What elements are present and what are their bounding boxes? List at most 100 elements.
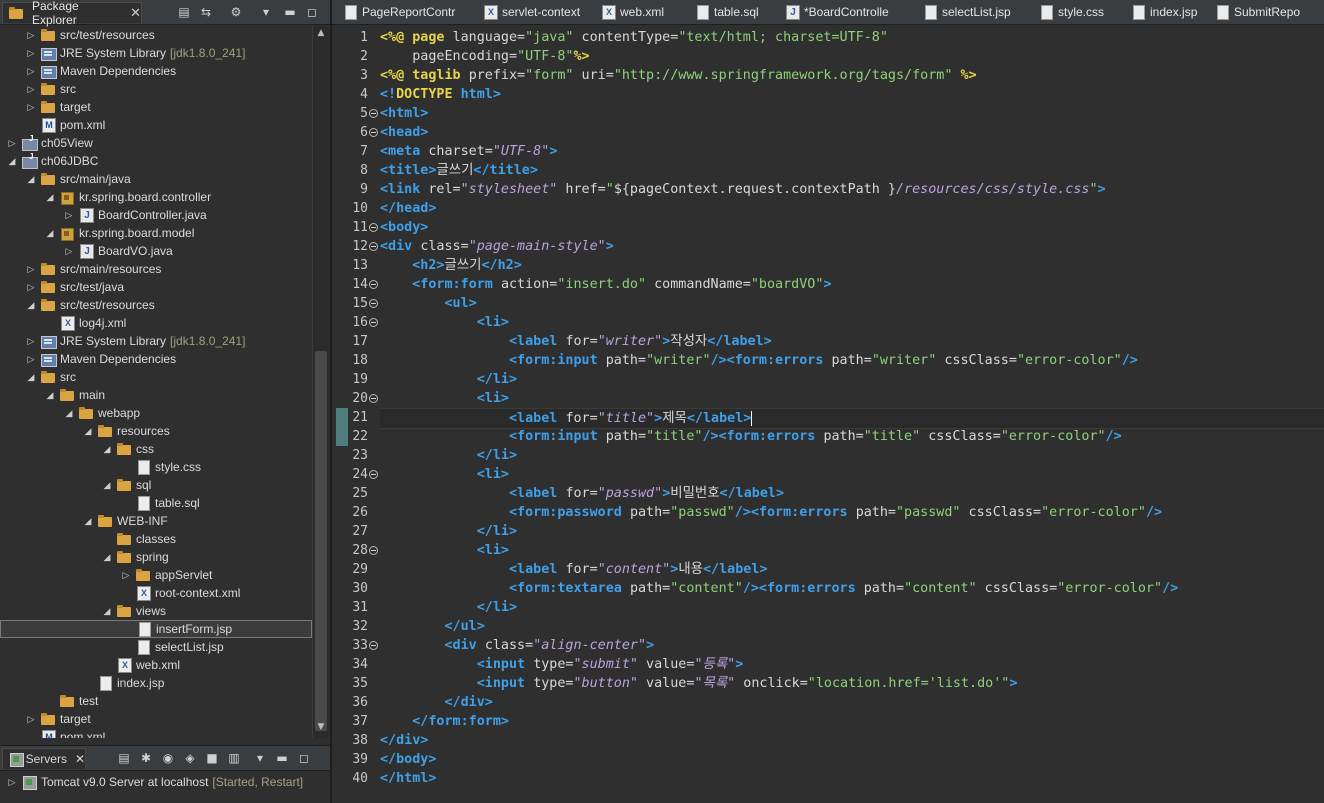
code-line[interactable]: pageEncoding="UTF-8"%>: [380, 47, 1324, 66]
expand-arrow-icon[interactable]: ▷: [25, 714, 37, 725]
code-line[interactable]: <label for="content">내용</label>: [380, 560, 1324, 579]
tree-item[interactable]: ▷ BoardVO.java: [0, 242, 312, 260]
expand-arrow-icon[interactable]: ◢: [25, 372, 37, 383]
expand-arrow-icon[interactable]: ▷: [25, 354, 37, 365]
expand-arrow-icon[interactable]: ▷: [63, 210, 75, 221]
tree-item[interactable]: selectList.jsp: [0, 638, 312, 656]
editor-tab[interactable]: selectList.jsp: [912, 0, 1028, 24]
tree-scrollbar[interactable]: ▲ ▼: [312, 26, 329, 738]
expand-arrow-icon[interactable]: ▷: [25, 264, 37, 275]
code-line[interactable]: <title>글쓰기</title>: [380, 161, 1324, 180]
code-line[interactable]: <meta charset="UTF-8">: [380, 142, 1324, 161]
tree-item[interactable]: ▷ JRE System Library [jdk1.8.0_241]: [0, 332, 312, 350]
tree-item[interactable]: ▷ src: [0, 80, 312, 98]
code-line[interactable]: </div>: [380, 731, 1324, 750]
fold-toggle-icon[interactable]: [369, 299, 378, 308]
expand-arrow-icon[interactable]: ◢: [101, 552, 113, 563]
tree-item[interactable]: ◢ kr.spring.board.model: [0, 224, 312, 242]
code-line[interactable]: </form:form>: [380, 712, 1324, 731]
filter-icon[interactable]: ⚙: [228, 4, 244, 20]
code-line[interactable]: <label for="writer">작성자</label>: [380, 332, 1324, 351]
scroll-down-icon[interactable]: ▼: [313, 722, 329, 736]
tree-item[interactable]: ▷ Maven Dependencies: [0, 62, 312, 80]
code-line[interactable]: </ul>: [380, 617, 1324, 636]
code-line[interactable]: <label for="title">제목</label>: [380, 408, 1324, 429]
code-line[interactable]: <h2>글쓰기</h2>: [380, 256, 1324, 275]
code-line[interactable]: <%@ page language="java" contentType="te…: [380, 28, 1324, 47]
fold-toggle-icon[interactable]: [369, 641, 378, 650]
tree-item[interactable]: ◢ css: [0, 440, 312, 458]
tree-item[interactable]: log4j.xml: [0, 314, 312, 332]
expand-arrow-icon[interactable]: ▷: [25, 84, 37, 95]
fold-toggle-icon[interactable]: [369, 280, 378, 289]
code-line[interactable]: <ul>: [380, 294, 1324, 313]
expand-arrow-icon[interactable]: ◢: [63, 408, 75, 419]
code-line[interactable]: <link rel="stylesheet" href="${pageConte…: [380, 180, 1324, 199]
tree-item[interactable]: ◢ src: [0, 368, 312, 386]
code-line[interactable]: <li>: [380, 313, 1324, 332]
code-line[interactable]: <li>: [380, 541, 1324, 560]
code-line[interactable]: <li>: [380, 389, 1324, 408]
expand-arrow-icon[interactable]: ▷: [120, 570, 132, 581]
fold-toggle-icon[interactable]: [369, 318, 378, 327]
tree-item[interactable]: web.xml: [0, 656, 312, 674]
maximize-icon[interactable]: ◻: [304, 4, 320, 20]
editor-tab[interactable]: table.sql: [684, 0, 774, 24]
editor-tab[interactable]: style.css: [1028, 0, 1120, 24]
tree-item[interactable]: ▷ src/main/resources: [0, 260, 312, 278]
expand-arrow-icon[interactable]: ◢: [44, 228, 56, 239]
expand-arrow-icon[interactable]: ▷: [25, 102, 37, 113]
editor-tab[interactable]: SubmitRepo: [1204, 0, 1324, 24]
expand-arrow-icon[interactable]: ▷: [25, 336, 37, 347]
tree-item[interactable]: ▷ ch05View: [0, 134, 312, 152]
tree-item[interactable]: table.sql: [0, 494, 312, 512]
code-line[interactable]: <%@ taglib prefix="form" uri="http://www…: [380, 66, 1324, 85]
minimize-icon[interactable]: ▬: [282, 4, 298, 20]
tree-item[interactable]: ▷ BoardController.java: [0, 206, 312, 224]
expand-arrow-icon[interactable]: ◢: [25, 300, 37, 311]
expand-arrow-icon[interactable]: ◢: [25, 174, 37, 185]
package-tree[interactable]: ▷ src/test/resources ▷ JRE System Library [j…: [0, 26, 312, 738]
tree-item[interactable]: root-context.xml: [0, 584, 312, 602]
fold-toggle-icon[interactable]: [369, 394, 378, 403]
minimize-icon[interactable]: ▬: [274, 750, 290, 766]
tree-item[interactable]: ◢ main: [0, 386, 312, 404]
tree-item[interactable]: ◢ webapp: [0, 404, 312, 422]
servers-tab[interactable]: Servers ✕: [2, 748, 86, 769]
fold-toggle-icon[interactable]: [369, 546, 378, 555]
scroll-thumb[interactable]: [315, 351, 327, 731]
code-line[interactable]: </body>: [380, 750, 1324, 769]
tree-item[interactable]: ◢ src/test/resources: [0, 296, 312, 314]
code-line[interactable]: <form:password path="passwd"/><form:erro…: [380, 503, 1324, 522]
code-line[interactable]: <html>: [380, 104, 1324, 123]
start-icon[interactable]: ◉: [160, 750, 176, 766]
code-line[interactable]: <head>: [380, 123, 1324, 142]
maximize-icon[interactable]: ◻: [296, 750, 312, 766]
tree-item[interactable]: ▷ JRE System Library [jdk1.8.0_241]: [0, 44, 312, 62]
tree-item[interactable]: ◢ kr.spring.board.controller: [0, 188, 312, 206]
tree-item[interactable]: ▷ src/test/resources: [0, 26, 312, 44]
expand-arrow-icon[interactable]: ◢: [101, 606, 113, 617]
code-line[interactable]: </div>: [380, 693, 1324, 712]
tree-item[interactable]: style.css: [0, 458, 312, 476]
tree-item[interactable]: insertForm.jsp: [0, 620, 312, 638]
package-explorer-tab[interactable]: Package Explorer ✕: [2, 0, 142, 27]
tree-item[interactable]: ▷ Maven Dependencies: [0, 350, 312, 368]
close-icon[interactable]: ✕: [75, 752, 85, 766]
stop-icon[interactable]: ■: [204, 750, 220, 766]
server-row[interactable]: ▷ Tomcat v9.0 Server at localhost [Start…: [0, 773, 330, 791]
tree-item[interactable]: pom.xml: [0, 728, 312, 738]
code-line[interactable]: <li>: [380, 465, 1324, 484]
code-line[interactable]: <input type="submit" value="등록">: [380, 655, 1324, 674]
tree-item[interactable]: pom.xml: [0, 116, 312, 134]
tree-item[interactable]: index.jsp: [0, 674, 312, 692]
collapse-all-icon[interactable]: ▤: [176, 4, 192, 20]
expand-arrow-icon[interactable]: ◢: [44, 390, 56, 401]
tree-item[interactable]: ◢ spring: [0, 548, 312, 566]
tree-item[interactable]: ◢ ch06JDBC: [0, 152, 312, 170]
profile-icon[interactable]: ◈: [182, 750, 198, 766]
tree-item[interactable]: ▷ target: [0, 98, 312, 116]
code-line[interactable]: </li>: [380, 598, 1324, 617]
expand-arrow-icon[interactable]: ◢: [44, 192, 56, 203]
fold-toggle-icon[interactable]: [369, 470, 378, 479]
